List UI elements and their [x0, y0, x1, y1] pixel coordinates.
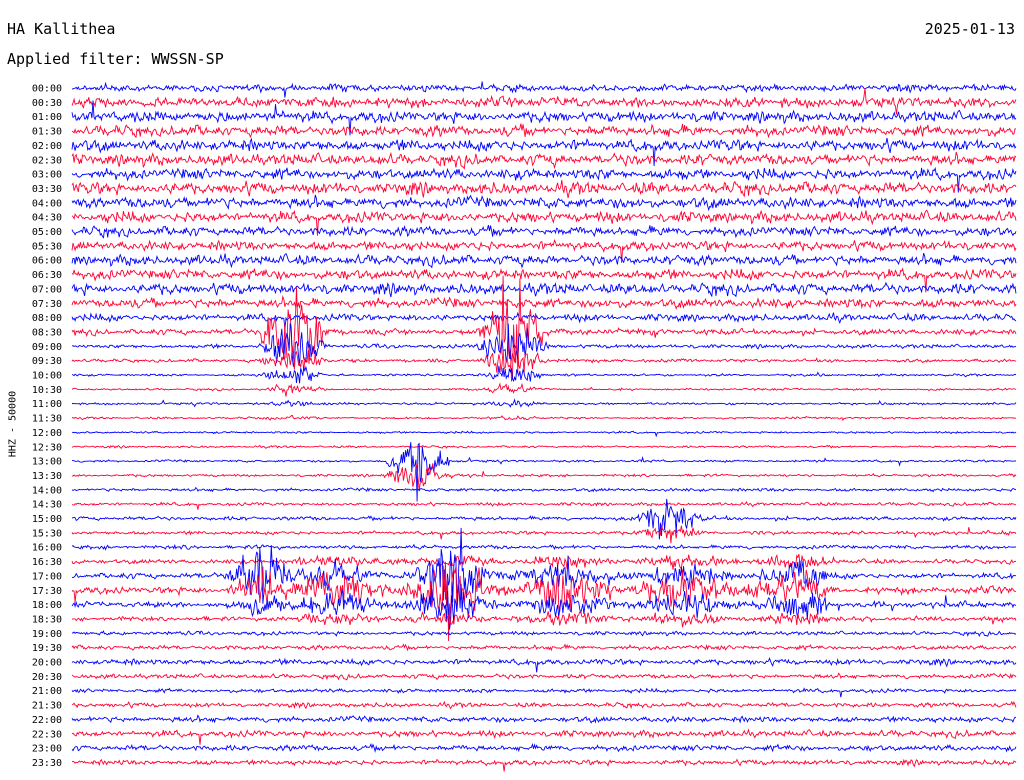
trace-line: [71, 430, 1017, 438]
trace-line: [71, 742, 1017, 753]
trace-line: [71, 442, 1017, 502]
trace-line: [71, 275, 1017, 382]
trace-line: [71, 527, 1017, 607]
time-tick-label: 04:00: [32, 198, 62, 209]
time-tick-label: 02:00: [32, 141, 62, 152]
trace-line: [71, 382, 1017, 397]
time-tick-label: 06:30: [32, 270, 62, 281]
time-tick-label: 12:30: [32, 442, 62, 453]
time-tick-label: 21:00: [32, 686, 62, 697]
time-tick-label: 11:30: [32, 414, 62, 425]
time-tick-label: 21:30: [32, 701, 62, 712]
trace-line: [71, 365, 1017, 384]
trace-line: [71, 486, 1017, 493]
time-tick-label: 20:00: [32, 658, 62, 669]
trace-line: [71, 88, 1017, 115]
time-tick-label: 16:00: [32, 543, 62, 554]
trace-line: [71, 553, 1017, 570]
time-tick-label: 22:00: [32, 715, 62, 726]
time-tick-label: 10:30: [32, 385, 62, 396]
time-tick-label: 11:00: [32, 399, 62, 410]
trace-line: [71, 238, 1017, 263]
time-tick-label: 13:00: [32, 457, 62, 468]
trace-line: [71, 500, 1017, 510]
time-tick-label: 05:30: [32, 241, 62, 252]
trace-line: [71, 630, 1017, 637]
time-tick-label: 01:00: [32, 112, 62, 123]
helicorder-plot: 00:00 00:30 01:00 01:30 02:00 02:30 03:00 03:30…: [32, 81, 1017, 772]
time-tick-label: 08:00: [32, 313, 62, 324]
time-tick-label: 06:00: [32, 256, 62, 267]
time-tick-label: 14:00: [32, 485, 62, 496]
trace-line: [72, 398, 1017, 408]
trace-line: [71, 123, 1017, 139]
time-tick-label: 17:00: [32, 571, 62, 582]
trace-line: [71, 224, 1017, 239]
trace-line: [71, 728, 1016, 745]
time-tick-label: 00:30: [32, 98, 62, 109]
trace-line: [71, 714, 1017, 724]
trace-line: [71, 180, 1017, 198]
time-tick-label: 23:00: [32, 744, 62, 755]
time-tick-label: 22:30: [32, 729, 62, 740]
time-tick-label: 09:30: [32, 356, 62, 367]
trace-line: [71, 414, 1017, 422]
trace-line: [71, 281, 1017, 298]
time-tick-label: 15:00: [32, 514, 62, 525]
trace-line: [71, 151, 1017, 170]
time-tick-label: 19:30: [32, 643, 62, 654]
time-tick-label: 03:30: [32, 184, 62, 195]
time-tick-label: 13:30: [32, 471, 62, 482]
time-tick-label: 16:30: [32, 557, 62, 568]
time-tick-label: 17:30: [32, 586, 62, 597]
time-tick-label: 02:30: [32, 155, 62, 166]
trace-line: [71, 643, 1017, 652]
trace-line: [71, 323, 1017, 368]
trace-line: [71, 311, 1017, 331]
trace-line: [71, 267, 1017, 293]
trace-line: [71, 543, 1017, 551]
trace-line: [71, 463, 1017, 491]
trace-line: [71, 444, 1017, 449]
trace-line: [71, 687, 1017, 698]
trace-line: [71, 700, 1017, 710]
time-tick-label: 10:00: [32, 371, 62, 382]
time-tick-label: 12:00: [32, 428, 62, 439]
seismic-traces: [71, 81, 1017, 772]
trace-line: [71, 758, 1017, 772]
trace-line: [71, 524, 1017, 544]
trace-line: [71, 656, 1017, 673]
time-tick-label: 08:30: [32, 327, 62, 338]
time-tick-label: 09:00: [32, 342, 62, 353]
trace-line: [71, 672, 1017, 681]
trace-line: [71, 194, 1017, 212]
time-tick-label: 04:30: [32, 213, 62, 224]
time-tick-label: 07:30: [32, 299, 62, 310]
time-tick-label: 19:00: [32, 629, 62, 640]
time-tick-label: 05:00: [32, 227, 62, 238]
time-tick-label: 00:00: [32, 84, 62, 95]
time-tick-label: 01:30: [32, 127, 62, 138]
time-tick-label: 15:30: [32, 528, 62, 539]
time-tick-label: 23:30: [32, 758, 62, 769]
time-tick-labels: 00:00 00:30 01:00 01:30 02:00 02:30 03:00 03:30…: [32, 84, 62, 769]
trace-line: [71, 137, 1017, 167]
time-tick-label: 07:00: [32, 284, 62, 295]
time-tick-label: 18:00: [32, 600, 62, 611]
trace-line: [71, 81, 1017, 98]
time-tick-label: 14:30: [32, 500, 62, 511]
trace-line: [71, 294, 1017, 310]
time-tick-label: 20:30: [32, 672, 62, 683]
trace-line: [71, 252, 1017, 269]
trace-line: [71, 610, 1017, 628]
time-tick-label: 03:00: [32, 170, 62, 181]
time-tick-label: 18:30: [32, 614, 62, 625]
